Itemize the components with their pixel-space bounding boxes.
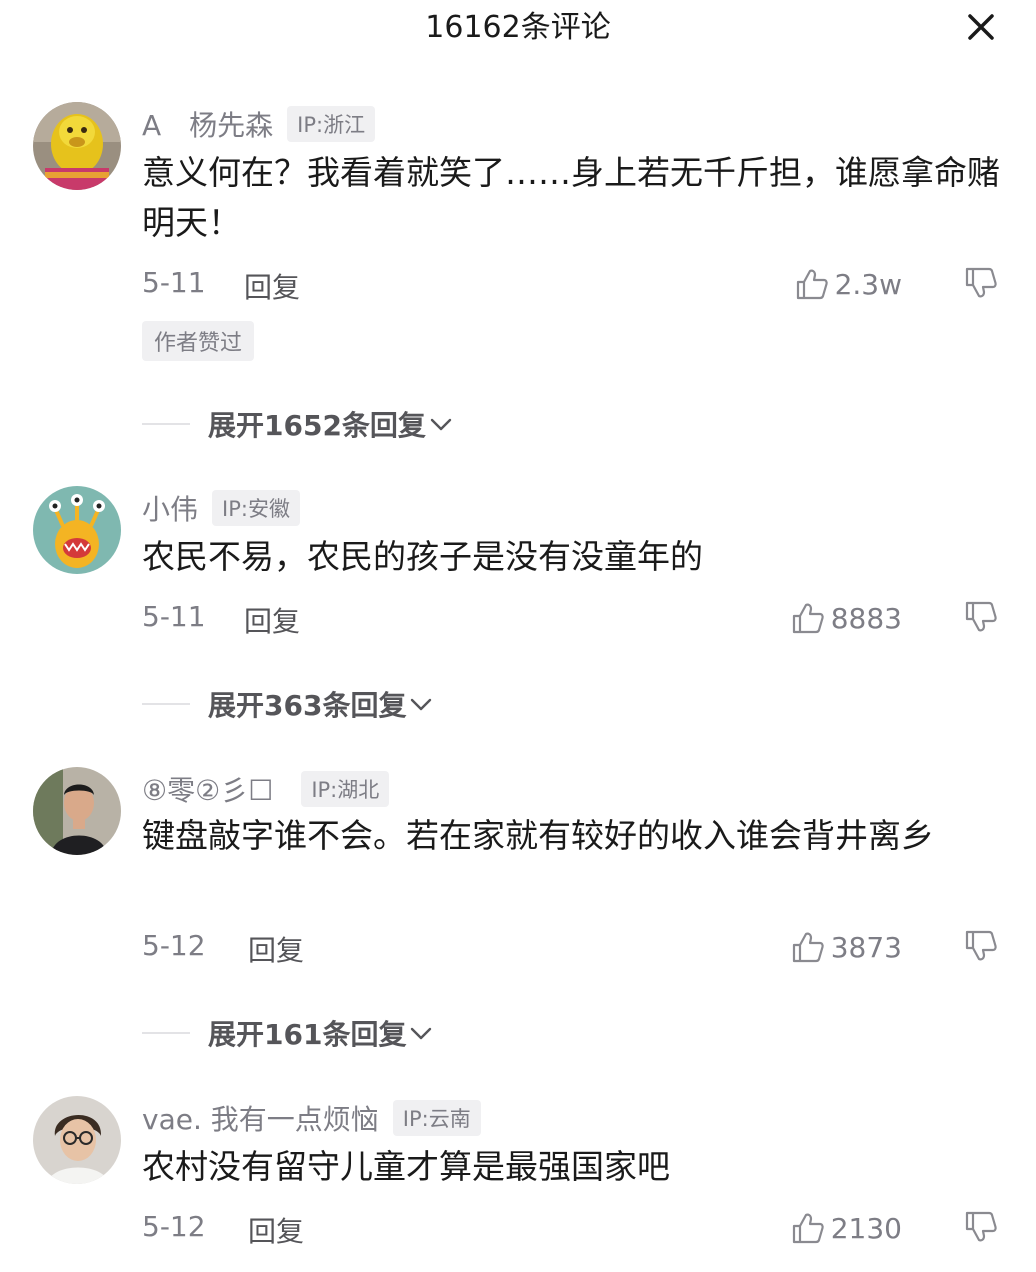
man-photo-avatar[interactable] [33, 767, 121, 855]
reply-button[interactable]: 回复 [248, 1210, 304, 1250]
expand-replies-button[interactable]: 展开1652条回复 [142, 404, 454, 444]
comment-actions: 5-12 回复 2130 [142, 1206, 1002, 1250]
username[interactable]: 小伟 [142, 488, 198, 528]
comment-date: 5-11 [142, 266, 206, 299]
chevron-down-icon [411, 698, 432, 711]
comment-text[interactable]: 农村没有留守儿童才算是最强国家吧 [142, 1142, 1002, 1192]
divider-line [142, 423, 190, 425]
ip-location-tag: IP:安徽 [212, 490, 300, 526]
like-count: 2130 [830, 1211, 902, 1245]
comment-date: 5-11 [142, 600, 206, 633]
comment-actions: 5-11 回复 8883 [142, 596, 1002, 640]
ip-location-tag: IP:云南 [392, 1100, 481, 1136]
cartoon-monster-avatar[interactable] [33, 486, 121, 574]
thumbs-up-icon [792, 603, 824, 634]
thumbs-up-icon [792, 932, 824, 963]
reply-button[interactable]: 回复 [244, 266, 300, 306]
chevron-down-icon [411, 1027, 432, 1040]
close-icon[interactable] [966, 12, 996, 42]
comment-meta: vae. 我有一点烦恼 IP:云南 [142, 1098, 481, 1138]
glasses-man-avatar[interactable] [33, 1096, 121, 1184]
username[interactable]: A 杨先森 [142, 104, 273, 144]
thumbs-up-icon [796, 269, 828, 300]
like-count: 2.3w [834, 267, 902, 301]
comment-actions: 5-11 回复 2.3w [142, 262, 1002, 306]
comment-meta: 小伟 IP:安徽 [142, 488, 300, 528]
comments-header: 16162条评论 [0, 0, 1036, 60]
thumbs-down-icon[interactable] [964, 600, 998, 634]
thumbs-down-icon[interactable] [964, 1210, 998, 1244]
like-count: 3873 [830, 930, 902, 964]
expand-replies-label: 展开161条回复 [208, 1018, 407, 1051]
expand-replies-button[interactable]: 展开363条回复 [142, 684, 434, 724]
expand-replies-label: 展开363条回复 [208, 689, 407, 722]
username[interactable]: vae. 我有一点烦恼 [142, 1098, 379, 1138]
divider-line [142, 1032, 190, 1034]
expand-replies-button[interactable]: 展开161条回复 [142, 1013, 434, 1053]
comment-count-title: 16162条评论 [425, 10, 611, 45]
lion-costume-avatar[interactable] [33, 102, 121, 190]
like-button[interactable]: 2.3w [795, 262, 902, 306]
reply-button[interactable]: 回复 [248, 929, 304, 969]
like-button[interactable]: 2130 [791, 1206, 902, 1250]
thumbs-up-icon [792, 1213, 824, 1244]
comment-meta: ⑧零②彡☐ IP:湖北 [142, 769, 390, 809]
like-count: 8883 [830, 601, 902, 635]
expand-replies-label: 展开1652条回复 [208, 409, 426, 442]
comment-date: 5-12 [142, 929, 206, 962]
author-liked-badge: 作者赞过 [142, 321, 255, 361]
thumbs-down-icon[interactable] [964, 266, 998, 300]
comment-meta: A 杨先森 IP:浙江 [142, 104, 376, 144]
comment-text[interactable]: 农民不易，农民的孩子是没有没童年的 [142, 532, 1002, 582]
thumbs-down-icon[interactable] [964, 929, 998, 963]
comment-date: 5-12 [142, 1210, 206, 1243]
like-button[interactable]: 8883 [791, 596, 902, 640]
comment-text[interactable]: 键盘敲字谁不会。若在家就有较好的收入谁会背井离乡 [142, 811, 1002, 861]
chevron-down-icon [430, 418, 452, 431]
ip-location-tag: IP:湖北 [301, 771, 390, 807]
divider-line [142, 703, 190, 705]
comment-text[interactable]: 意义何在？我看着就笑了……身上若无千斤担，谁愿拿命赌明天！ [142, 148, 1002, 248]
comment-actions: 5-12 回复 3873 [142, 925, 1002, 969]
reply-button[interactable]: 回复 [244, 600, 300, 640]
like-button[interactable]: 3873 [791, 925, 902, 969]
ip-location-tag: IP:浙江 [287, 106, 376, 142]
username[interactable]: ⑧零②彡☐ [142, 769, 273, 809]
